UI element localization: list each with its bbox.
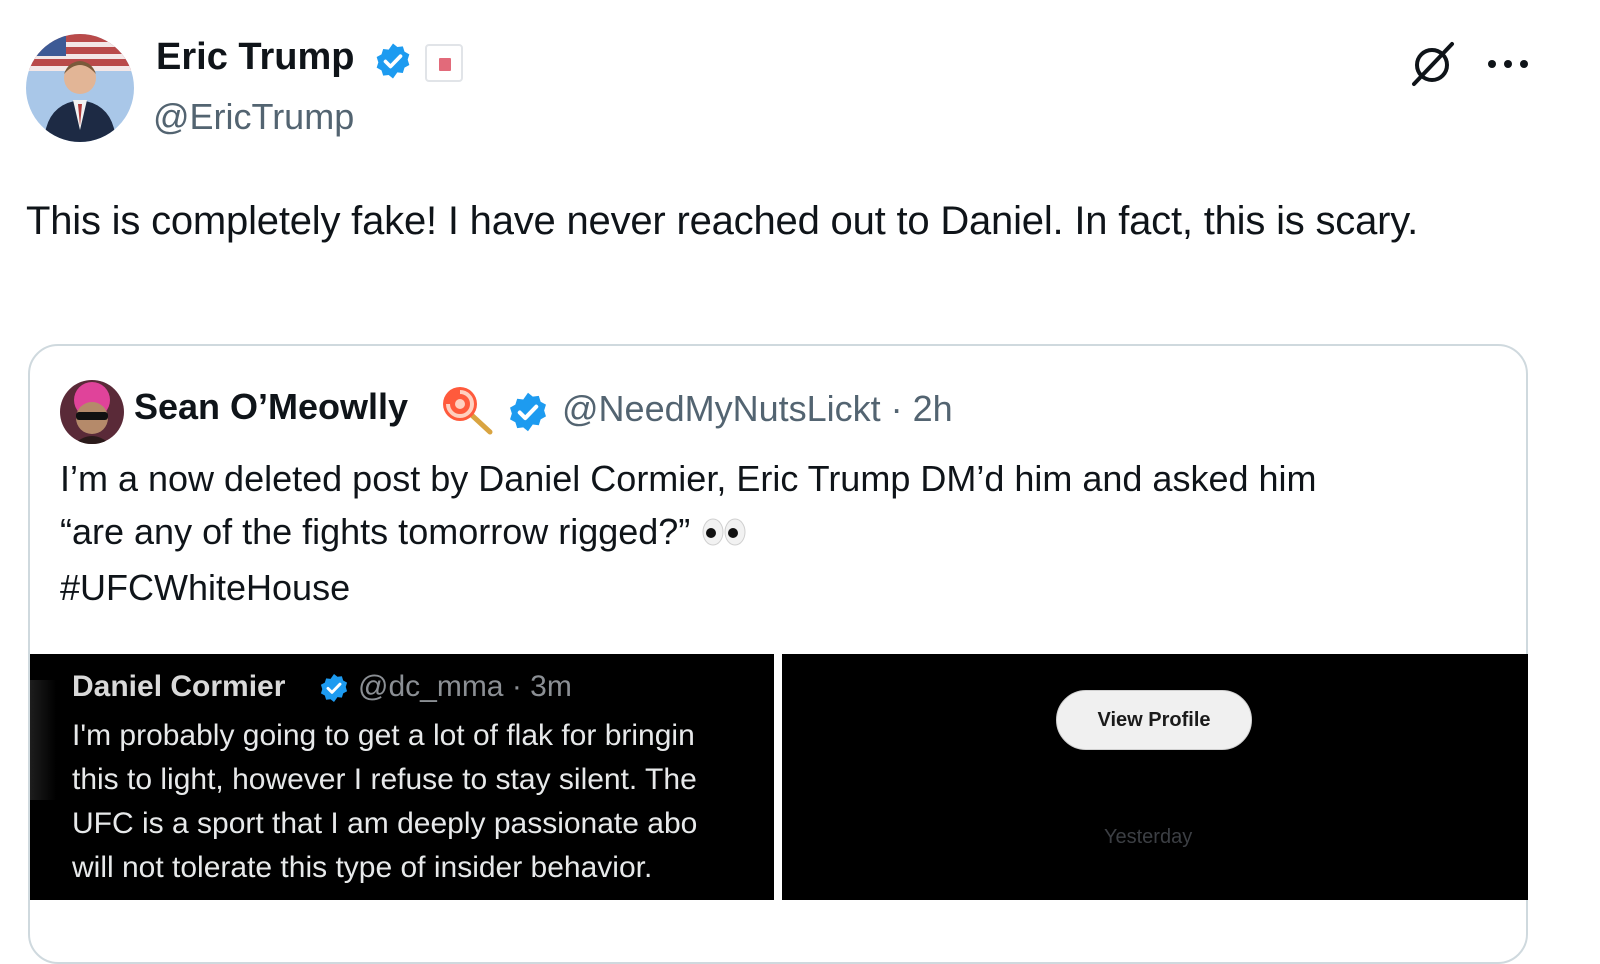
- screenshot-handle-time: @dc_mma · 3m: [358, 670, 572, 703]
- quote-text-line: I’m a now deleted post by Daniel Cormier…: [60, 458, 1317, 499]
- screenshot-body: I'm probably going to get a lot of flak …: [72, 714, 774, 890]
- screenshot-body-line: I'm probably going to get a lot of flak …: [72, 719, 695, 752]
- view-profile-button: View Profile: [1056, 690, 1252, 750]
- quote-author-handle[interactable]: @NeedMyNutsLickt: [562, 388, 881, 429]
- screenshot-body-line: will not tolerate this type of insider b…: [72, 851, 653, 884]
- flag-badge-icon[interactable]: [425, 44, 463, 82]
- author-name[interactable]: Eric Trump: [156, 36, 355, 79]
- eyes-emoji-icon: [700, 508, 748, 561]
- quote-text: I’m a now deleted post by Daniel Cormier…: [60, 452, 1510, 614]
- screenshot-timestamp: Yesterday: [1104, 826, 1193, 848]
- screenshot-avatar-edge: [30, 680, 56, 800]
- quote-verified-badge-icon: [506, 390, 550, 434]
- screenshot-body-line: UFC is a sport that I am deeply passiona…: [72, 807, 698, 840]
- screenshot-body-line: this to light, however I refuse to stay …: [72, 763, 697, 796]
- lollipop-emoji-icon: [440, 384, 496, 436]
- grok-icon[interactable]: [1408, 40, 1456, 88]
- quote-timestamp: · 2h: [890, 388, 953, 429]
- quote-handle-time[interactable]: @NeedMyNutsLickt · 2h: [562, 388, 953, 430]
- media-divider: [774, 654, 782, 900]
- more-icon[interactable]: [1486, 56, 1530, 72]
- tweet-text: This is completely fake! I have never re…: [26, 199, 1418, 243]
- quote-author-name[interactable]: Sean O’Meowlly: [134, 386, 408, 428]
- hashtag-link[interactable]: #UFCWhiteHouse: [60, 561, 1510, 614]
- screenshot-author-name: Daniel Cormier: [72, 670, 286, 703]
- quote-text-line: “are any of the fights tomorrow rigged?”: [60, 511, 691, 552]
- author-avatar[interactable]: [26, 34, 134, 142]
- screenshot-verified-badge-icon: [318, 672, 350, 704]
- quote-author-avatar[interactable]: [60, 380, 124, 444]
- author-handle[interactable]: @EricTrump: [153, 96, 354, 138]
- verified-badge-icon: [373, 41, 413, 81]
